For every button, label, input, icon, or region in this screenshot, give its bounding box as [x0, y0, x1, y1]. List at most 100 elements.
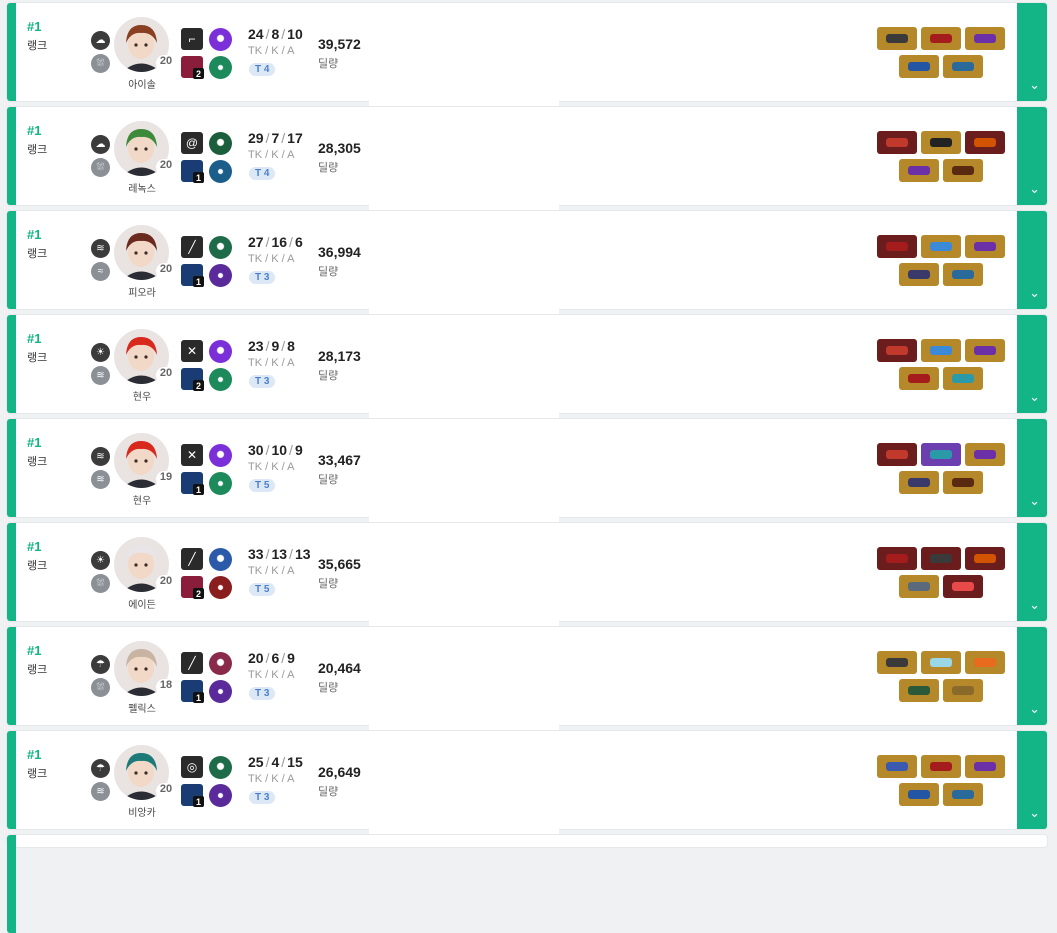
rank-number: #1 [27, 435, 42, 450]
item-slot[interactable] [899, 575, 939, 598]
expand-bar[interactable]: ⌄ [1017, 3, 1047, 101]
item-slot[interactable] [899, 783, 939, 806]
spear-icon: ╱ [181, 652, 203, 674]
item-slot[interactable] [943, 55, 983, 78]
expand-bar[interactable]: ⌄ [1017, 211, 1047, 309]
tornado-icon: ≋ [91, 239, 110, 258]
character-name: 에이든 [128, 600, 156, 611]
chevron-down-icon[interactable]: ⌄ [1029, 77, 1040, 93]
item-slot[interactable] [899, 55, 939, 78]
item-icon [908, 686, 930, 695]
expand-bar[interactable]: ⌄ [1017, 107, 1047, 205]
item-slot[interactable] [899, 159, 939, 182]
assists: 13 [294, 546, 311, 562]
item-icon [930, 346, 952, 355]
item-slot[interactable] [899, 367, 939, 390]
pistol-icon: ⌐ [181, 28, 203, 50]
kda-label: TK / K / A [248, 773, 295, 785]
item-slot[interactable] [965, 755, 1005, 778]
rapier-icon: ╱ [181, 236, 203, 258]
item-slot[interactable] [921, 131, 961, 154]
item-slot[interactable] [877, 755, 917, 778]
item-slot[interactable] [965, 443, 1005, 466]
item-slot[interactable] [965, 339, 1005, 362]
item-slot[interactable] [899, 471, 939, 494]
item-slot[interactable] [877, 547, 917, 570]
item-slot[interactable] [943, 263, 983, 286]
expand-bar[interactable]: ⌄ [1017, 315, 1047, 413]
item-slot[interactable] [965, 547, 1005, 570]
item-slot[interactable] [877, 131, 917, 154]
item-slot[interactable] [943, 471, 983, 494]
item-slot[interactable] [921, 27, 961, 50]
item-slot[interactable] [921, 651, 961, 674]
match-row[interactable]: #1 랭크 ☁ ⛆ 20 아이솔 ⌐ 2 24/8/10 TK / K / AT 4 39,572 딜… [7, 3, 1047, 101]
item-slot[interactable] [965, 651, 1005, 674]
match-row[interactable]: #1 랭크 ☂ ≋ 20 비앙카 ◎ 1 25/4/15 TK / K / AT 3 26,649 딜… [7, 731, 1047, 829]
kda-separator: / [265, 546, 270, 562]
item-slot[interactable] [943, 159, 983, 182]
item-slot[interactable] [877, 443, 917, 466]
item-slot[interactable] [943, 367, 983, 390]
match-row[interactable]: #1 랭크 ☁ ⛆ 20 레녹스 @1 29/7/17 TK / K / AT 4 28,305 딜… [7, 107, 1047, 205]
main-trait-icon [209, 28, 232, 51]
item-slot[interactable] [943, 575, 983, 598]
kills: 9 [271, 338, 280, 354]
match-row[interactable]: #1 랭크 ≋ ≈20 피오라 ╱ 1 27/16/6 TK / K / AT 3 36,994 딜… [7, 211, 1047, 309]
match-row[interactable]: #1 랭크 ☀ ≋ 20 현우 ✕ 2 23/9/8 TK / K / AT 3 28,173 딜량 ⌄ [7, 315, 1047, 413]
item-slot[interactable] [877, 339, 917, 362]
match-row[interactable]: #1 랭크 ≋ ≋ 19 현우 ✕ 1 30/10/9 TK / K / AT 5 33,467 딜량… [7, 419, 1047, 517]
tier-badge: T 4 [249, 167, 276, 180]
cloud-rain-icon: ⛆ [91, 678, 110, 697]
chevron-down-icon[interactable]: ⌄ [1029, 181, 1040, 197]
chevron-down-icon[interactable]: ⌄ [1029, 701, 1040, 717]
tonfa-icon: ✕ [181, 444, 203, 466]
match-row[interactable]: #1 랭크 ☀ ⛆ 20 에이든 ╱ 2 33/13/13 TK / K / AT 5 35,665… [7, 523, 1047, 621]
item-slot[interactable] [877, 235, 917, 258]
kda-separator: / [265, 234, 270, 250]
item-slot[interactable] [899, 679, 939, 702]
item-slot[interactable] [921, 235, 961, 258]
item-slot[interactable] [921, 339, 961, 362]
expand-bar[interactable]: ⌄ [1017, 523, 1047, 621]
item-slot[interactable] [965, 235, 1005, 258]
chevron-down-icon[interactable]: ⌄ [1029, 389, 1040, 405]
chevron-down-icon[interactable]: ⌄ [1029, 805, 1040, 821]
item-slot[interactable] [921, 755, 961, 778]
item-slot[interactable] [943, 679, 983, 702]
chevron-down-icon[interactable]: ⌄ [1029, 285, 1040, 301]
item-icon [930, 658, 952, 667]
item-icon [974, 658, 996, 667]
item-slot[interactable] [921, 547, 961, 570]
character-name: 현우 [132, 496, 152, 507]
item-slot[interactable] [877, 27, 917, 50]
team-kills: 23 [248, 338, 264, 354]
main-trait-icon [209, 132, 232, 155]
chevron-down-icon[interactable]: ⌄ [1029, 597, 1040, 613]
row-divider [369, 204, 559, 210]
item-slot[interactable] [899, 263, 939, 286]
rank-label: 랭크 [27, 560, 48, 572]
expand-bar[interactable]: ⌄ [1017, 419, 1047, 517]
item-slot[interactable] [943, 783, 983, 806]
tactical-level: 1 [193, 796, 204, 807]
item-icon [908, 374, 930, 383]
character-name: 레녹스 [128, 184, 156, 195]
item-slot[interactable] [965, 131, 1005, 154]
match-row[interactable]: #1 랭크 ☂ ⛆ 18 펠릭스 ╱ 1 20/6/9 TK / K / AT 3 20,464 딜량… [7, 627, 1047, 725]
character-name: 아이솔 [128, 80, 156, 91]
item-slot[interactable] [877, 651, 917, 674]
rank-number: #1 [27, 747, 42, 762]
expand-bar[interactable]: ⌄ [1017, 731, 1047, 829]
tactical-level: 1 [193, 276, 204, 287]
row-divider [369, 100, 559, 106]
item-slot[interactable] [921, 443, 961, 466]
item-icon [952, 374, 974, 383]
rank-label: 랭크 [27, 456, 48, 468]
kills: 10 [271, 442, 288, 458]
expand-bar[interactable]: ⌄ [1017, 627, 1047, 725]
item-icon [952, 790, 974, 799]
item-slot[interactable] [965, 27, 1005, 50]
chevron-down-icon[interactable]: ⌄ [1029, 493, 1040, 509]
item-icon [952, 686, 974, 695]
